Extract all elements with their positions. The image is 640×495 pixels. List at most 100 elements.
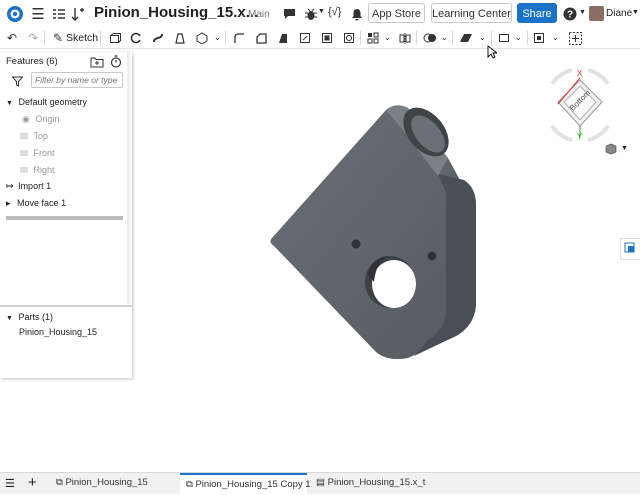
help-dropdown-icon[interactable]: ▼ — [579, 9, 586, 16]
toolbar-separator — [416, 31, 417, 45]
shell-icon[interactable] — [320, 31, 334, 45]
move-face-icon: ▸ — [6, 198, 11, 208]
top-bar: ☰ Pinion_Housing_15.x... Main ▼ {√} App … — [0, 0, 640, 28]
toolbar-separator — [225, 31, 226, 45]
add-tab-icon[interactable]: + — [28, 474, 37, 491]
rib-icon[interactable] — [298, 31, 312, 45]
branch-label[interactable]: Main — [248, 9, 270, 20]
comment-icon[interactable] — [282, 7, 296, 21]
plane-small-icon — [20, 167, 28, 173]
loft-icon[interactable] — [173, 31, 187, 45]
more-dropdown-icon[interactable]: ⌄ — [214, 33, 221, 42]
tab-bar: ☰ + ⧉ Pinion_Housing_15 ⧉ Pinion_Housing… — [0, 472, 640, 494]
mirror-icon[interactable] — [398, 31, 412, 45]
sketch-button-label[interactable]: Sketch — [66, 32, 98, 44]
tab-label: Pinion_Housing_15 — [65, 477, 148, 488]
extrude-icon[interactable] — [108, 31, 122, 45]
app-store-button[interactable]: App Store — [368, 3, 425, 23]
plane-small-icon — [20, 150, 28, 156]
parts-group[interactable]: ▼ Parts (1) — [6, 309, 53, 325]
share-button[interactable]: Share — [517, 3, 557, 23]
list-item-label: Move face 1 — [17, 198, 67, 208]
view-mode-dropdown-icon[interactable]: ▼ — [621, 145, 628, 152]
view-mode-icon[interactable] — [605, 143, 619, 158]
sheet-metal-icon[interactable] — [497, 31, 511, 45]
chamfer-icon[interactable] — [254, 31, 268, 45]
fillet-icon[interactable] — [232, 31, 246, 45]
tab-label: Pinion_Housing_15.x_t — [327, 477, 426, 488]
list-item-label: Front — [33, 148, 55, 158]
add-folder-icon[interactable] — [90, 56, 104, 71]
bug-icon[interactable] — [304, 7, 318, 21]
learning-center-button[interactable]: Learning Center — [431, 3, 512, 23]
plus-icon[interactable] — [568, 31, 582, 45]
list-item[interactable]: ◉ Origin — [22, 111, 59, 127]
rollback-bar[interactable] — [6, 216, 123, 220]
list-item[interactable]: Pinion_Housing_15 — [19, 324, 97, 340]
list-item[interactable]: Top — [20, 128, 48, 144]
undo-icon[interactable]: ↶ — [5, 31, 19, 45]
thicken-icon[interactable] — [195, 31, 209, 45]
filter-icon[interactable] — [11, 76, 24, 90]
list-item[interactable]: ↦ Import 1 — [6, 178, 51, 194]
plane-icon[interactable] — [459, 31, 473, 45]
plane-small-icon — [20, 133, 28, 139]
user-dropdown-icon[interactable]: ▼ — [632, 9, 639, 16]
svg-text:?: ? — [567, 10, 573, 21]
feature-toolbar: ↶ ↷ ✎ Sketch ⌄ ⌄ ⌄ ⌄ ⌄ ⌄ — [0, 28, 640, 49]
hole-icon[interactable] — [342, 31, 356, 45]
boolean-icon[interactable] — [423, 31, 437, 45]
plane-dropdown-icon[interactable]: ⌄ — [479, 33, 486, 42]
list-item-label: Import 1 — [18, 181, 52, 191]
boolean-dropdown-icon[interactable]: ⌄ — [441, 33, 448, 42]
origin-icon: ◉ — [22, 114, 30, 124]
bug-dropdown-icon[interactable]: ▼ — [318, 8, 325, 15]
avatar[interactable] — [589, 6, 604, 21]
default-geometry-label: Default geometry — [18, 97, 87, 107]
measure-icon[interactable] — [533, 31, 547, 45]
draft-icon[interactable] — [276, 31, 290, 45]
help-icon[interactable]: ? — [563, 7, 577, 21]
view-cube[interactable]: X Y Bottom — [540, 64, 620, 154]
tab-imported-file[interactable]: ▤ Pinion_Housing_15.x_t — [310, 473, 436, 494]
list-item-label: Top — [33, 131, 49, 141]
pattern-dropdown-icon[interactable]: ⌄ — [384, 33, 391, 42]
code-icon[interactable]: {√} — [328, 6, 341, 18]
part-studio-icon: ⧉ — [186, 479, 193, 490]
onshape-logo-icon[interactable] — [6, 5, 24, 23]
axis-x-label: X — [577, 69, 583, 78]
list-item[interactable]: ▸ Move face 1 — [6, 195, 66, 211]
sweep-icon[interactable] — [151, 31, 165, 45]
chevron-down-icon[interactable]: ▼ — [6, 315, 13, 322]
revolve-icon[interactable] — [129, 31, 143, 45]
user-name[interactable]: Diane — [606, 8, 632, 19]
variables-icon[interactable] — [71, 6, 85, 22]
pencil-icon[interactable]: ✎ — [51, 31, 65, 45]
toolbar-separator — [452, 31, 453, 45]
feature-panel: Features (6) ▼ Default geometry ◉ Origin… — [0, 52, 132, 378]
scroll-track[interactable] — [127, 52, 130, 304]
list-item[interactable]: Right — [20, 162, 55, 178]
pattern-icon[interactable] — [366, 31, 380, 45]
tab-part-studio[interactable]: ⧉ Pinion_Housing_15 — [50, 473, 182, 494]
part-model[interactable] — [268, 104, 482, 366]
timer-icon[interactable] — [110, 55, 122, 71]
appearance-panel-tab[interactable] — [620, 238, 640, 260]
redo-icon[interactable]: ↷ — [26, 31, 40, 45]
list-item-label: Origin — [35, 114, 60, 124]
list-item[interactable]: Front — [20, 145, 55, 161]
bell-icon[interactable] — [350, 7, 364, 21]
tab-part-studio-copy[interactable]: ⧉ Pinion_Housing_15 Copy 1 — [180, 473, 311, 494]
toolbar-separator — [44, 31, 45, 45]
default-geometry-group[interactable]: ▼ Default geometry — [6, 94, 87, 110]
measure-dropdown-icon[interactable]: ⌄ — [552, 33, 559, 42]
toolbar-separator — [491, 31, 492, 45]
document-title[interactable]: Pinion_Housing_15.x... — [94, 4, 258, 21]
hamburger-menu-icon[interactable]: ☰ — [31, 6, 45, 23]
feature-list-icon[interactable] — [52, 7, 66, 21]
chevron-down-icon[interactable]: ▼ — [6, 100, 13, 107]
sheet-metal-dropdown-icon[interactable]: ⌄ — [515, 33, 522, 42]
tab-list-icon[interactable]: ☰ — [5, 477, 15, 490]
part-studio-icon: ⧉ — [56, 477, 63, 488]
filter-input[interactable] — [31, 72, 123, 88]
